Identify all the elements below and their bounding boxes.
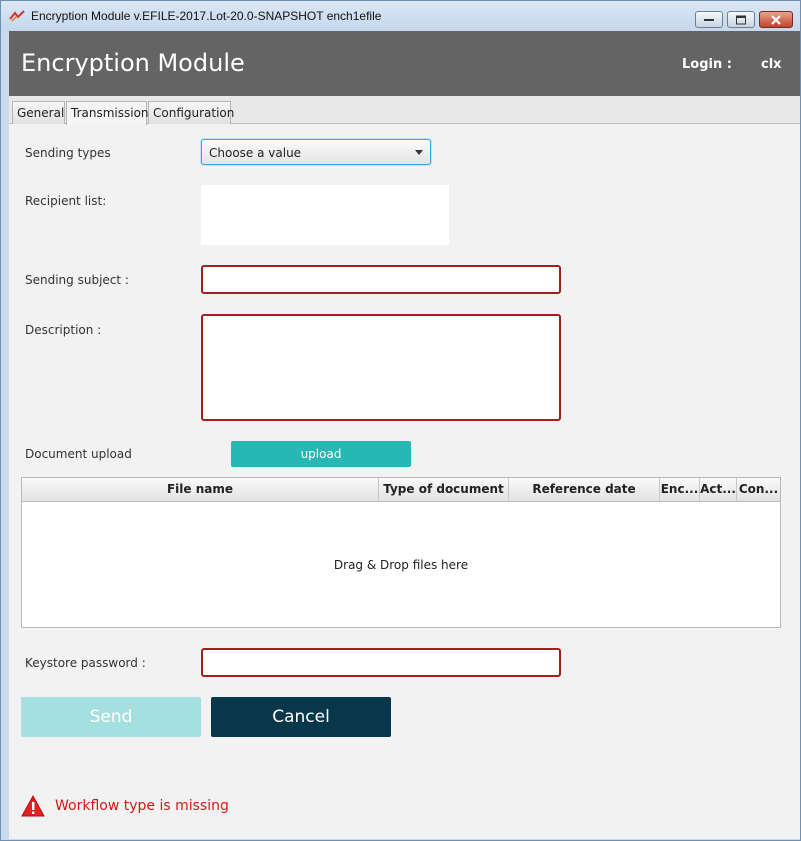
login-user: clx [761,57,782,72]
app-window: Encryption Module v.EFILE-2017.Lot-20.0-… [0,0,801,841]
tab-general[interactable]: General [12,101,65,124]
sending-types-label: Sending types [25,146,111,160]
document-upload-label: Document upload [25,447,132,461]
column-file-name[interactable]: File name [22,478,379,501]
status-message: Workflow type is missing [55,798,229,814]
minimize-icon [704,18,714,21]
sending-types-select[interactable]: Choose a value [201,139,431,165]
sending-subject-input[interactable] [201,265,561,294]
cancel-button[interactable]: Cancel [211,697,391,737]
tab-transmission[interactable]: Transmission [66,101,149,125]
recipient-list[interactable] [201,185,449,245]
app-client-area: Encryption Module Login : clx General Tr… [9,31,800,839]
keystore-password-input[interactable] [201,648,561,677]
column-reference-date[interactable]: Reference date [509,478,660,501]
maximize-button[interactable] [727,11,755,28]
column-encryption[interactable]: Enc... [660,478,700,501]
column-con[interactable]: Con... [737,478,780,501]
tab-configuration[interactable]: Configuration [148,101,234,124]
tab-bar: General Transmission Configuration [9,96,800,125]
warning-icon [21,795,45,817]
maximize-icon [736,15,746,24]
recipient-list-label: Recipient list: [25,194,107,208]
table-header: File name Type of document Reference dat… [22,478,780,502]
drop-zone-text: Drag & Drop files here [333,558,469,572]
send-button[interactable]: Send [21,697,201,737]
upload-button[interactable]: upload [231,441,411,467]
app-icon [9,10,25,22]
documents-table[interactable]: File name Type of document Reference dat… [21,477,781,628]
keystore-password-label: Keystore password : [25,656,146,670]
close-icon [771,14,781,25]
column-type-of-document[interactable]: Type of document [379,478,509,501]
description-label: Description : [25,323,102,337]
sending-types-value: Choose a value [209,146,302,160]
app-header: Encryption Module Login : clx [9,31,800,96]
window-title: Encryption Module v.EFILE-2017.Lot-20.0-… [31,9,382,23]
close-button[interactable] [759,11,793,28]
chevron-down-icon [415,150,423,155]
column-action[interactable]: Act... [700,478,737,501]
app-title: Encryption Module [21,49,245,77]
description-textarea[interactable] [201,314,561,421]
title-bar: Encryption Module v.EFILE-2017.Lot-20.0-… [1,1,800,31]
minimize-button[interactable] [695,11,723,28]
sending-subject-label: Sending subject : [25,273,129,287]
login-label: Login : [682,57,732,72]
